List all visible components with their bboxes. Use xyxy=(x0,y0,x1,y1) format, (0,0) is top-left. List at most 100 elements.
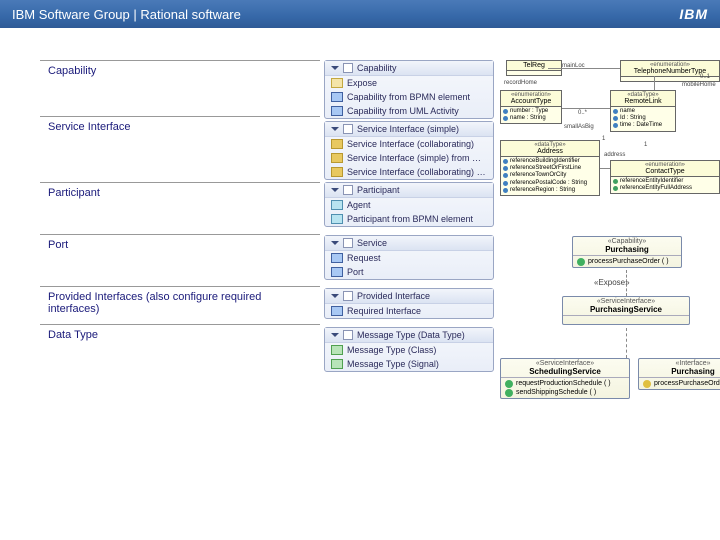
dropdown-arrow-icon xyxy=(331,294,339,298)
section-port: Port xyxy=(40,234,320,286)
menu-item[interactable]: Capability from BPMN element xyxy=(325,90,493,104)
operation-icon xyxy=(643,380,651,388)
menu-header[interactable]: Service Interface (simple) xyxy=(325,122,493,137)
uml-icon xyxy=(331,106,343,116)
menu-item[interactable]: Agent xyxy=(325,198,493,212)
section-provided-interfaces: Provided Interfaces (also configure requ… xyxy=(40,286,320,324)
section-title: Port xyxy=(48,239,312,251)
menu-header[interactable]: Participant xyxy=(325,183,493,198)
menu-header[interactable]: Service xyxy=(325,236,493,251)
main-content: Capability Service Interface Participant… xyxy=(40,60,712,386)
operation-icon xyxy=(577,258,585,266)
assoc-mobile: mobileHome xyxy=(682,82,716,88)
menu-header-label: Capability xyxy=(357,63,397,73)
si-icon xyxy=(331,167,343,177)
capability-purchasing: «Capability»Purchasing processPurchaseOr… xyxy=(572,236,682,268)
uml-account-type: «enumeration»AccountType number : Type n… xyxy=(500,90,562,124)
section-service-interface: Service Interface xyxy=(40,116,320,182)
section-capability: Capability xyxy=(40,60,320,116)
request-icon xyxy=(331,253,343,263)
menu-provided[interactable]: Provided Interface Required Interface xyxy=(324,288,494,319)
section-participant: Participant xyxy=(40,182,320,234)
menu-column: Capability Expose Capability from BPMN e… xyxy=(324,60,494,386)
diagram-column: TelReg «enumeration»TelephoneNumberType … xyxy=(500,60,712,386)
menu-item[interactable]: Expose xyxy=(325,76,493,90)
menu-capability[interactable]: Capability Expose Capability from BPMN e… xyxy=(324,60,494,119)
assoc-address: address xyxy=(604,152,625,158)
menu-participant[interactable]: Participant Agent Participant from BPMN … xyxy=(324,182,494,227)
menu-header-label: Message Type (Data Type) xyxy=(357,330,465,340)
dropdown-arrow-icon xyxy=(331,241,339,245)
menu-item[interactable]: Service Interface (simple) from BPMN cla… xyxy=(325,151,493,165)
section-title: Participant xyxy=(48,187,312,199)
menu-item[interactable]: Service Interface (collaborating) xyxy=(325,137,493,151)
dropdown-arrow-icon xyxy=(331,333,339,337)
expose-icon xyxy=(331,78,343,88)
service-interface-icon xyxy=(343,124,353,134)
ibm-logo: IBM xyxy=(679,6,708,22)
required-icon xyxy=(331,306,343,316)
menu-item[interactable]: Message Type (Signal) xyxy=(325,357,493,371)
msg-signal-icon xyxy=(331,359,343,369)
menu-item[interactable]: Participant from BPMN element xyxy=(325,212,493,226)
capability-icon xyxy=(343,63,353,73)
service-icon xyxy=(343,238,353,248)
menu-service-interface[interactable]: Service Interface (simple) Service Inter… xyxy=(324,121,494,180)
uml-class-diagram: TelReg «enumeration»TelephoneNumberType … xyxy=(500,60,712,200)
section-title: Data Type xyxy=(48,329,312,341)
assoc-smallasbig: smallAsBig xyxy=(564,124,594,130)
card-1b: 1 xyxy=(644,142,647,148)
menu-header-label: Service xyxy=(357,238,387,248)
menu-port[interactable]: Service Request Port xyxy=(324,235,494,280)
menu-item[interactable]: Message Type (Class) xyxy=(325,343,493,357)
service-diagram: «Capability»Purchasing processPurchaseOr… xyxy=(500,236,712,496)
menu-item[interactable]: Port xyxy=(325,265,493,279)
sections-column: Capability Service Interface Participant… xyxy=(40,60,320,386)
card-01: 0..1 xyxy=(700,74,710,80)
participant-bpmn-icon xyxy=(331,214,343,224)
dropdown-arrow-icon xyxy=(331,127,339,131)
uml-contact-type: «enumeration»ContactType referenceEntity… xyxy=(610,160,720,194)
uml-address: «dataType»Address referenceBuildingIdent… xyxy=(500,140,600,196)
si-icon xyxy=(331,153,343,163)
section-data-type: Data Type xyxy=(40,324,320,386)
menu-item[interactable]: Service Interface (collaborating) from B… xyxy=(325,165,493,179)
provided-icon xyxy=(343,291,353,301)
uml-connector xyxy=(654,76,655,90)
assoc-recordhome: recordHome xyxy=(504,80,537,86)
menu-header-label: Service Interface (simple) xyxy=(357,124,459,134)
menu-datatype[interactable]: Message Type (Data Type) Message Type (C… xyxy=(324,327,494,372)
dropdown-arrow-icon xyxy=(331,66,339,70)
message-type-icon xyxy=(343,330,353,340)
section-title: Service Interface xyxy=(48,121,312,133)
menu-header-label: Participant xyxy=(357,185,400,195)
expose-label: «Expose» xyxy=(594,278,630,287)
menu-header[interactable]: Message Type (Data Type) xyxy=(325,328,493,343)
section-title: Capability xyxy=(48,65,312,77)
app-header: IBM Software Group | Rational software I… xyxy=(0,0,720,28)
section-title: Provided Interfaces (also configure requ… xyxy=(48,291,312,315)
menu-item[interactable]: Capability from UML Activity xyxy=(325,104,493,118)
card-1: 1 xyxy=(602,136,605,142)
port-icon xyxy=(331,267,343,277)
participant-icon xyxy=(343,185,353,195)
uml-remote-link: «dataType»RemoteLink name Id : String ti… xyxy=(610,90,676,132)
header-title: IBM Software Group | Rational software xyxy=(12,7,241,22)
scheduling-service: «ServiceInterface»SchedulingService requ… xyxy=(500,358,630,399)
realization-connector xyxy=(626,328,627,358)
uml-connector xyxy=(600,168,610,169)
menu-header[interactable]: Capability xyxy=(325,61,493,76)
menu-item[interactable]: Request xyxy=(325,251,493,265)
card-0n: 0..* xyxy=(578,110,587,116)
si-icon xyxy=(331,139,343,149)
purchasing-service: «ServiceInterface»PurchasingService xyxy=(562,296,690,325)
menu-header-label: Provided Interface xyxy=(357,291,430,301)
operation-icon xyxy=(505,389,513,397)
agent-icon xyxy=(331,200,343,210)
menu-item[interactable]: Required Interface xyxy=(325,304,493,318)
uml-connector xyxy=(548,68,620,69)
operation-icon xyxy=(505,380,513,388)
menu-header[interactable]: Provided Interface xyxy=(325,289,493,304)
msg-class-icon xyxy=(331,345,343,355)
dropdown-arrow-icon xyxy=(331,188,339,192)
